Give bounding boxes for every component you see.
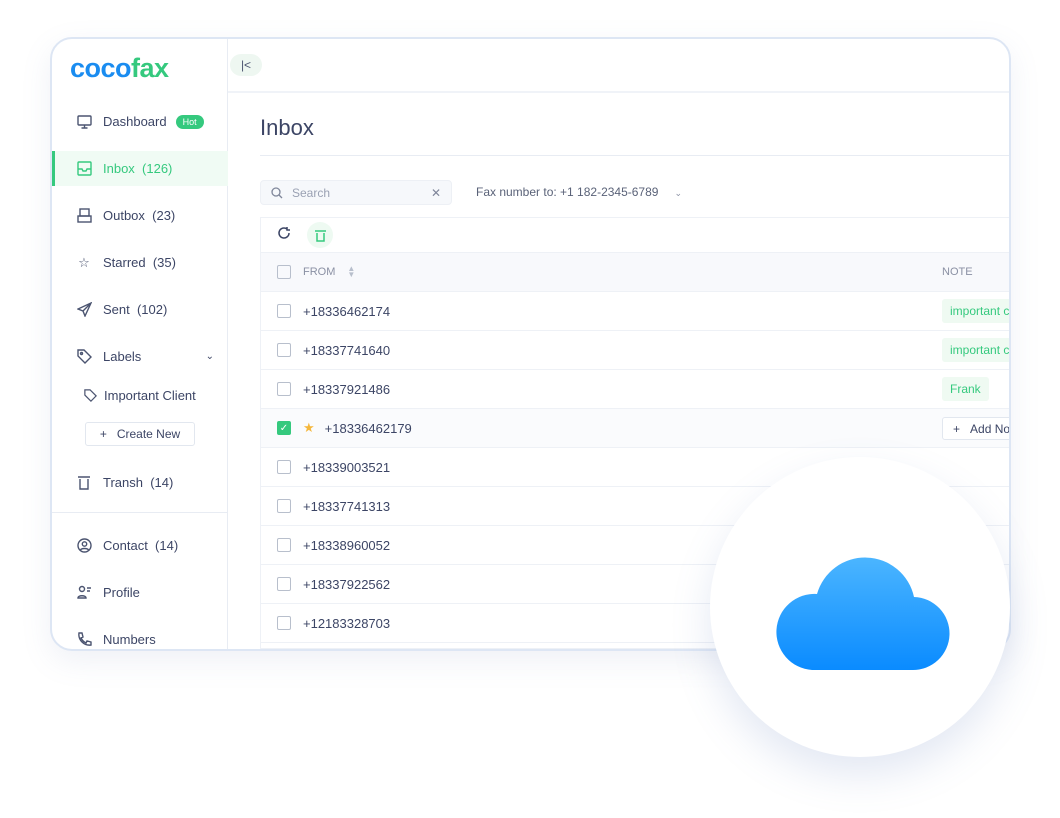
- note-tag[interactable]: important c: [942, 338, 1009, 362]
- trash-icon: [76, 475, 92, 491]
- sidebar-item-numbers[interactable]: Numbers: [52, 622, 228, 649]
- plus-icon: +: [99, 427, 107, 441]
- note-tag[interactable]: Frank: [942, 377, 989, 401]
- from-number: +18336462179: [324, 420, 412, 436]
- fax-number-select[interactable]: Fax number to: +1 182-2345-6789 ⌄: [476, 185, 682, 199]
- hot-badge: Hot: [175, 114, 204, 129]
- from-number: +18336462174: [303, 303, 391, 319]
- profile-icon: [76, 585, 92, 601]
- sidebar-item-important-client[interactable]: Important Client: [52, 378, 228, 413]
- sidebar-divider: [52, 512, 228, 513]
- inbox-icon: [76, 161, 92, 177]
- cloud-icon: [776, 557, 950, 671]
- row-checkbox[interactable]: ✓: [277, 421, 291, 435]
- row-checkbox[interactable]: [277, 499, 291, 513]
- from-number: +18338960052: [303, 537, 391, 553]
- table-toolbar: [261, 218, 1009, 253]
- select-all-checkbox[interactable]: [277, 265, 291, 279]
- from-number: +18337741313: [303, 498, 391, 514]
- sidebar-item-profile[interactable]: Profile: [52, 575, 228, 610]
- user-circle-icon: [76, 538, 92, 554]
- collapse-sidebar-button[interactable]: |<: [230, 54, 262, 76]
- clear-search-icon[interactable]: ✕: [431, 186, 441, 200]
- sidebar-item-outbox[interactable]: Outbox (23): [52, 198, 228, 233]
- table-row[interactable]: +18337921486 Frank: [261, 370, 1009, 409]
- row-checkbox[interactable]: [277, 538, 291, 552]
- row-checkbox[interactable]: [277, 343, 291, 357]
- top-bar: |<: [228, 39, 1009, 93]
- create-new-label-button[interactable]: + Create New: [85, 422, 195, 446]
- sidebar-item-trash[interactable]: Transh (14): [52, 465, 228, 500]
- title-divider: [260, 155, 1009, 156]
- note-tag[interactable]: important c: [942, 299, 1009, 323]
- sidebar-item-dashboard[interactable]: Dashboard Hot: [52, 104, 228, 139]
- table-row[interactable]: ✓ ★ +18336462179 + Add No: [261, 409, 1009, 448]
- plus-icon: +: [953, 421, 961, 436]
- outbox-icon: [76, 208, 92, 224]
- cocofax-logo[interactable]: cocofax: [70, 53, 169, 84]
- sort-icon[interactable]: ▲ ▼: [347, 265, 355, 279]
- add-note-button[interactable]: + Add No: [942, 417, 1009, 440]
- chevron-down-icon: ⌄: [205, 351, 214, 362]
- table-row[interactable]: +18337741640 important c: [261, 331, 1009, 370]
- sidebar-item-inbox[interactable]: Inbox (126): [52, 151, 228, 186]
- page-title: Inbox: [260, 115, 314, 140]
- tag-icon: [76, 349, 92, 365]
- search-icon: [271, 186, 283, 198]
- row-checkbox[interactable]: [277, 577, 291, 591]
- phone-icon: [76, 632, 92, 648]
- trash-icon: [314, 229, 326, 242]
- delete-button[interactable]: [307, 222, 333, 248]
- sidebar-item-contact[interactable]: Contact (14): [52, 528, 228, 563]
- row-checkbox[interactable]: [277, 616, 291, 630]
- search-input[interactable]: Search ✕: [260, 180, 452, 205]
- from-number: +18339003521: [303, 459, 391, 475]
- row-checkbox[interactable]: [277, 304, 291, 318]
- from-number: +18337922562: [303, 576, 391, 592]
- chevron-down-icon: ⌄: [674, 188, 683, 198]
- star-icon: ☆: [78, 254, 90, 270]
- from-number: +12183328703: [303, 615, 391, 631]
- cloud-badge: [710, 457, 1010, 757]
- sidebar-item-starred[interactable]: ☆ Starred (35): [52, 245, 228, 280]
- sidebar-item-labels[interactable]: Labels ⌄: [52, 339, 228, 374]
- tag-icon: [82, 388, 98, 404]
- table-header: FROM ▲ ▼ NOTE: [261, 253, 1009, 292]
- monitor-icon: [76, 114, 92, 130]
- star-icon[interactable]: ★: [303, 420, 315, 436]
- from-number: +18337921486: [303, 381, 391, 397]
- sidebar-item-sent[interactable]: Sent (102): [52, 292, 228, 327]
- row-checkbox[interactable]: [277, 382, 291, 396]
- send-icon: [76, 302, 92, 318]
- sidebar: cocofax Dashboard Hot Inbox (126) Outbox …: [52, 39, 228, 649]
- row-checkbox[interactable]: [277, 460, 291, 474]
- table-row[interactable]: +18336462174 important c: [261, 292, 1009, 331]
- from-number: +18337741640: [303, 342, 391, 358]
- refresh-icon[interactable]: [277, 226, 291, 245]
